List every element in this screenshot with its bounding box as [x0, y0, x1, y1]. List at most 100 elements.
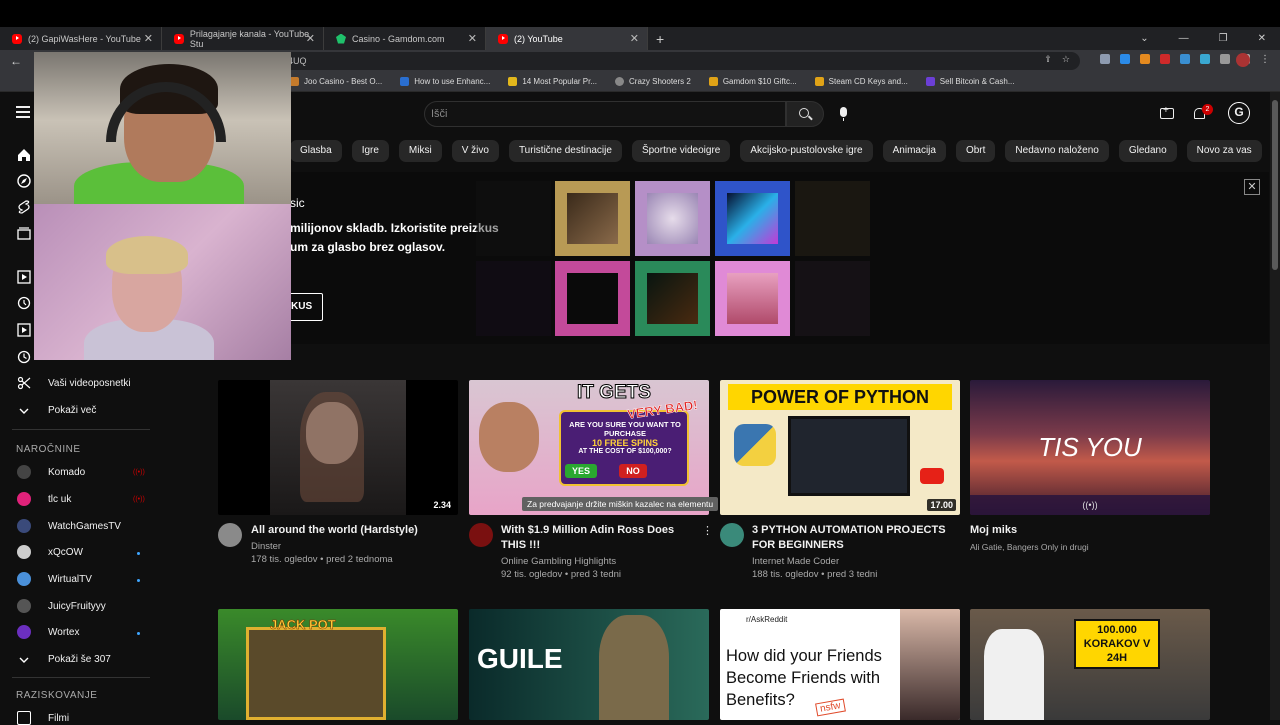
video-thumbnail[interactable]: 2.34 — [218, 380, 458, 515]
scissors-clips-icon[interactable] — [17, 376, 31, 390]
video-thumbnail[interactable]: 100.000 KORAKOV V 24H — [970, 609, 1210, 720]
search-input[interactable]: Išči — [424, 101, 786, 127]
user-avatar[interactable]: G — [1228, 102, 1250, 124]
close-tab-icon[interactable]: ✕ — [468, 32, 477, 45]
chip-tourist-destinations[interactable]: Turistične destinacije — [508, 140, 622, 162]
subscriptions-icon[interactable] — [17, 226, 31, 240]
extension-icon[interactable] — [1180, 54, 1190, 64]
channel-avatar[interactable] — [720, 523, 744, 547]
library-icon[interactable] — [17, 270, 31, 284]
chip-recently-uploaded[interactable]: Nedavno naloženo — [1005, 140, 1109, 162]
extension-icon[interactable] — [1120, 54, 1130, 64]
bookmark-item[interactable]: Sell Bitcoin & Cash... — [925, 77, 1015, 86]
shorts-icon[interactable] — [17, 200, 31, 214]
tab-search-icon[interactable]: ⌄ — [1140, 33, 1148, 44]
bookmark-item[interactable]: Joo Casino - Best O... — [290, 77, 382, 86]
video-menu-icon[interactable]: ⋮ — [702, 524, 713, 537]
chip-new-to-you[interactable]: Novo za vas — [1186, 140, 1262, 162]
browser-tab-gapiwashere[interactable]: (2) GapiWasHere - YouTube ✕ — [0, 27, 162, 50]
chip-animation[interactable]: Animacija — [882, 140, 946, 162]
page-scrollbar[interactable] — [1270, 92, 1280, 720]
video-thumbnail[interactable]: JACK POT — [218, 609, 458, 720]
video-thumbnail[interactable]: GUILE — [469, 609, 709, 720]
channel-name[interactable]: Dinster — [251, 540, 281, 554]
browser-tab-studio[interactable]: Prilagajanje kanala - YouTube Stu ✕ — [162, 27, 324, 50]
back-arrow-icon[interactable]: ← — [10, 54, 22, 68]
video-title[interactable]: 3 PYTHON AUTOMATION PROJECTS FOR BEGINNE… — [752, 523, 957, 553]
explore-compass-icon[interactable] — [17, 174, 31, 188]
chip-crafts[interactable]: Obrt — [955, 140, 996, 162]
subscription-juicyfruityyy[interactable]: JuicyFruityyy — [48, 601, 106, 612]
close-banner-icon[interactable]: ✕ — [1244, 179, 1260, 195]
chip-music[interactable]: Glasba — [290, 140, 342, 162]
video-thumbnail[interactable]: r/AskReddit How did your Friends Become … — [720, 609, 960, 720]
album-tile[interactable] — [555, 181, 630, 256]
subscription-komado[interactable]: Komado — [48, 467, 85, 478]
chip-games[interactable]: Igre — [351, 140, 389, 162]
album-tile[interactable] — [715, 181, 790, 256]
album-tile[interactable] — [715, 261, 790, 336]
album-tile[interactable] — [635, 261, 710, 336]
minimize-icon[interactable]: — — [1179, 33, 1189, 44]
channel-avatar[interactable] — [469, 523, 493, 547]
extension-icon[interactable] — [1200, 54, 1210, 64]
sidebar-item-show-more[interactable]: Pokaži več — [48, 405, 96, 416]
create-video-icon[interactable] — [1160, 105, 1174, 119]
bookmark-item[interactable]: 14 Most Popular Pr... — [508, 77, 597, 86]
bookmark-item[interactable]: Steam CD Keys and... — [814, 77, 908, 86]
browser-tab-gamdom[interactable]: Casino - Gamdom.com ✕ — [324, 27, 486, 50]
close-window-icon[interactable]: ✕ — [1258, 33, 1266, 44]
browser-tab-youtube[interactable]: (2) YouTube ✕ — [486, 27, 648, 50]
chevron-down-icon[interactable] — [17, 653, 31, 667]
close-tab-icon[interactable]: ✕ — [144, 32, 153, 45]
extension-icon[interactable] — [1140, 54, 1150, 64]
sidebar-item-your-videos[interactable]: Vaši videoposnetki — [48, 378, 131, 389]
close-tab-icon[interactable]: ✕ — [306, 32, 315, 45]
channel-name[interactable]: Online Gambling Highlights — [501, 555, 616, 569]
extension-icon[interactable] — [1160, 54, 1170, 64]
share-icon[interactable]: ⇪ — [1044, 54, 1052, 65]
chevron-down-icon[interactable] — [17, 404, 31, 418]
sidebar-item-movies[interactable]: Filmi — [48, 713, 69, 724]
subscription-watchgamestv[interactable]: WatchGamesTV — [48, 521, 121, 532]
puzzle-icon[interactable] — [1220, 54, 1230, 64]
bookmark-item[interactable]: Gamdom $10 Giftc... — [708, 77, 797, 86]
your-videos-play-icon[interactable] — [17, 323, 31, 337]
scrollbar-thumb[interactable] — [1272, 100, 1278, 270]
new-tab-button[interactable]: + — [656, 31, 664, 47]
album-tile[interactable] — [635, 181, 710, 256]
subscription-tlc-uk[interactable]: tlc uk — [48, 494, 71, 505]
hamburger-menu-icon[interactable] — [16, 106, 30, 118]
bookmark-star-icon[interactable]: ☆ — [1062, 54, 1070, 65]
chip-sports-games[interactable]: Športne videoigre — [631, 140, 731, 162]
chip-live[interactable]: V živo — [451, 140, 499, 162]
channel-avatar[interactable] — [218, 523, 242, 547]
history-icon[interactable] — [17, 296, 31, 310]
close-tab-icon[interactable]: ✕ — [630, 32, 639, 45]
subscription-xqcow[interactable]: xQcOW — [48, 547, 83, 558]
sidebar-item-show-more-subscriptions[interactable]: Pokaži še 307 — [48, 654, 111, 665]
search-icon[interactable] — [786, 101, 824, 127]
album-tile[interactable] — [555, 261, 630, 336]
subscription-wortex[interactable]: Wortex — [48, 627, 80, 638]
channel-name[interactable]: Internet Made Coder — [752, 555, 839, 569]
bookmark-item[interactable]: Crazy Shooters 2 — [615, 77, 691, 86]
bookmark-item[interactable]: How to use Enhanc... — [400, 77, 490, 86]
chip-mixes[interactable]: Miksi — [398, 140, 442, 162]
video-title[interactable]: All around the world (Hardstyle) — [251, 523, 456, 538]
browser-menu-icon[interactable]: ⋮ — [1260, 54, 1270, 65]
video-title[interactable]: With $1.9 Million Adin Ross Does THIS !!… — [501, 523, 696, 553]
chip-action-adventure[interactable]: Akcijsko-pustolovske igre — [740, 140, 873, 162]
video-thumbnail[interactable]: POWER OF PYTHON 17.00 — [720, 380, 960, 515]
home-icon[interactable] — [17, 148, 31, 162]
video-thumbnail[interactable]: TIS YOU ((•)) — [970, 380, 1210, 515]
microphone-icon[interactable] — [840, 107, 847, 121]
video-thumbnail[interactable]: IT GETS VERY BAD! ARE YOU SURE YOU WANT … — [469, 380, 709, 515]
subscription-wirtualtv[interactable]: WirtualTV — [48, 574, 92, 585]
watch-later-clock-icon[interactable] — [17, 350, 31, 364]
mix-artists[interactable]: Ali Gatie, Bangers Only in drugi — [970, 540, 1089, 554]
chip-watched[interactable]: Gledano — [1118, 140, 1177, 162]
profile-avatar[interactable] — [1236, 53, 1250, 67]
extension-icon[interactable] — [1100, 54, 1110, 64]
restore-icon[interactable]: ❐ — [1219, 33, 1228, 44]
